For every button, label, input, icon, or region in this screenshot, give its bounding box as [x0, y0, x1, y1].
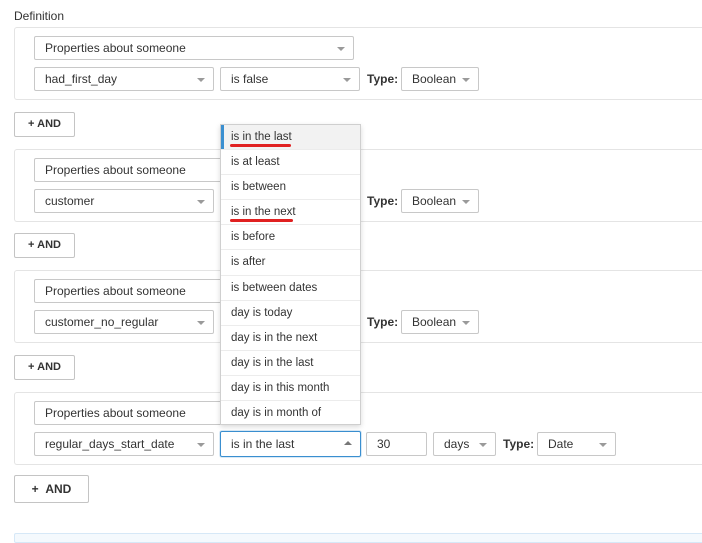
- dropdown-option[interactable]: is between dates: [221, 276, 360, 301]
- type-select[interactable]: Boolean: [401, 67, 479, 91]
- amount-input[interactable]: 30: [366, 432, 427, 456]
- plus-icon: +: [31, 482, 39, 496]
- dropdown-option-label: is before: [231, 231, 276, 244]
- type-value: Boolean: [412, 315, 457, 329]
- chevron-down-icon: [197, 200, 205, 204]
- property-label: customer_no_regular: [45, 315, 159, 329]
- chevron-up-icon: [344, 441, 352, 445]
- property-label: customer: [45, 194, 95, 208]
- category-label: Properties about someone: [45, 41, 186, 55]
- category-select[interactable]: Properties about someone: [34, 36, 354, 60]
- chevron-down-icon: [462, 78, 470, 82]
- bottom-panel-edge: [14, 533, 702, 543]
- dropdown-option-label: is at least: [231, 156, 280, 169]
- property-select[interactable]: customer_no_regular: [34, 310, 214, 334]
- type-value: Boolean: [412, 72, 457, 86]
- and-label: AND: [45, 482, 72, 496]
- dropdown-option-label: day is in month of: [231, 407, 322, 420]
- chevron-down-icon: [462, 200, 470, 204]
- dropdown-option-label: is in the next: [231, 206, 296, 219]
- add-and-button-footer[interactable]: + AND: [14, 475, 89, 503]
- category-label: Properties about someone: [45, 284, 186, 298]
- type-select[interactable]: Date: [537, 432, 616, 456]
- property-select[interactable]: had_first_day: [34, 67, 214, 91]
- red-underline-annotation: [230, 219, 293, 223]
- amount-value: 30: [377, 437, 391, 451]
- property-select[interactable]: regular_days_start_date: [34, 432, 214, 456]
- add-and-button[interactable]: + AND: [14, 233, 75, 258]
- property-label: regular_days_start_date: [45, 437, 175, 451]
- type-label: Type:: [503, 437, 535, 451]
- type-label: Type:: [367, 72, 399, 86]
- category-label: Properties about someone: [45, 406, 186, 420]
- dropdown-option[interactable]: day is in this month: [221, 376, 360, 402]
- dropdown-option[interactable]: day is in month of: [221, 401, 360, 424]
- red-underline-annotation: [230, 144, 291, 147]
- type-select[interactable]: Boolean: [401, 310, 479, 334]
- chevron-down-icon: [343, 78, 351, 82]
- chevron-down-icon: [197, 443, 205, 447]
- dropdown-option[interactable]: day is in the last: [221, 351, 360, 376]
- operator-dropdown-menu: is in the last is at least is between is in…: [220, 124, 361, 425]
- type-value: Boolean: [412, 194, 457, 208]
- operator-select[interactable]: is false: [220, 67, 360, 91]
- operator-label: is in the last: [231, 437, 295, 451]
- dropdown-option-label: day is in this month: [231, 381, 330, 394]
- category-label: Properties about someone: [45, 163, 186, 177]
- type-label: Type:: [367, 194, 399, 208]
- chevron-down-icon: [599, 443, 607, 447]
- dropdown-option[interactable]: is after: [221, 250, 360, 276]
- property-select[interactable]: customer: [34, 189, 214, 213]
- dropdown-option-label: day is in the next: [231, 331, 318, 344]
- operator-select[interactable]: is in the last: [220, 431, 361, 457]
- add-and-button[interactable]: + AND: [14, 112, 75, 137]
- dropdown-option-label: is after: [231, 256, 266, 269]
- dropdown-option[interactable]: day is today: [221, 301, 360, 326]
- condition-card-1: Properties about someone had_first_day i…: [14, 27, 702, 100]
- chevron-down-icon: [337, 47, 345, 51]
- section-title: Definition: [14, 9, 65, 23]
- dropdown-option[interactable]: is at least: [221, 150, 360, 176]
- type-label: Type:: [367, 315, 399, 329]
- property-label: had_first_day: [45, 72, 118, 86]
- dropdown-option[interactable]: is between: [221, 175, 360, 201]
- dropdown-option-label: day is in the last: [231, 356, 314, 369]
- type-value: Date: [548, 437, 574, 451]
- add-and-button[interactable]: + AND: [14, 355, 75, 380]
- unit-select[interactable]: days: [433, 432, 496, 456]
- chevron-down-icon: [197, 321, 205, 325]
- dropdown-option[interactable]: is before: [221, 225, 360, 251]
- dropdown-option-label: day is today: [231, 306, 293, 319]
- dropdown-option[interactable]: is in the last: [221, 125, 360, 151]
- dropdown-option-label: is between: [231, 181, 286, 194]
- chevron-down-icon: [462, 321, 470, 325]
- dropdown-option[interactable]: is in the next: [221, 200, 360, 226]
- dropdown-option[interactable]: day is in the next: [221, 326, 360, 351]
- chevron-down-icon: [479, 443, 487, 447]
- dropdown-option-label: is in the last: [231, 131, 292, 143]
- chevron-down-icon: [197, 78, 205, 82]
- type-select[interactable]: Boolean: [401, 189, 479, 213]
- dropdown-option-label: is between dates: [231, 281, 318, 294]
- operator-label: is false: [231, 72, 269, 86]
- unit-value: days: [444, 437, 470, 451]
